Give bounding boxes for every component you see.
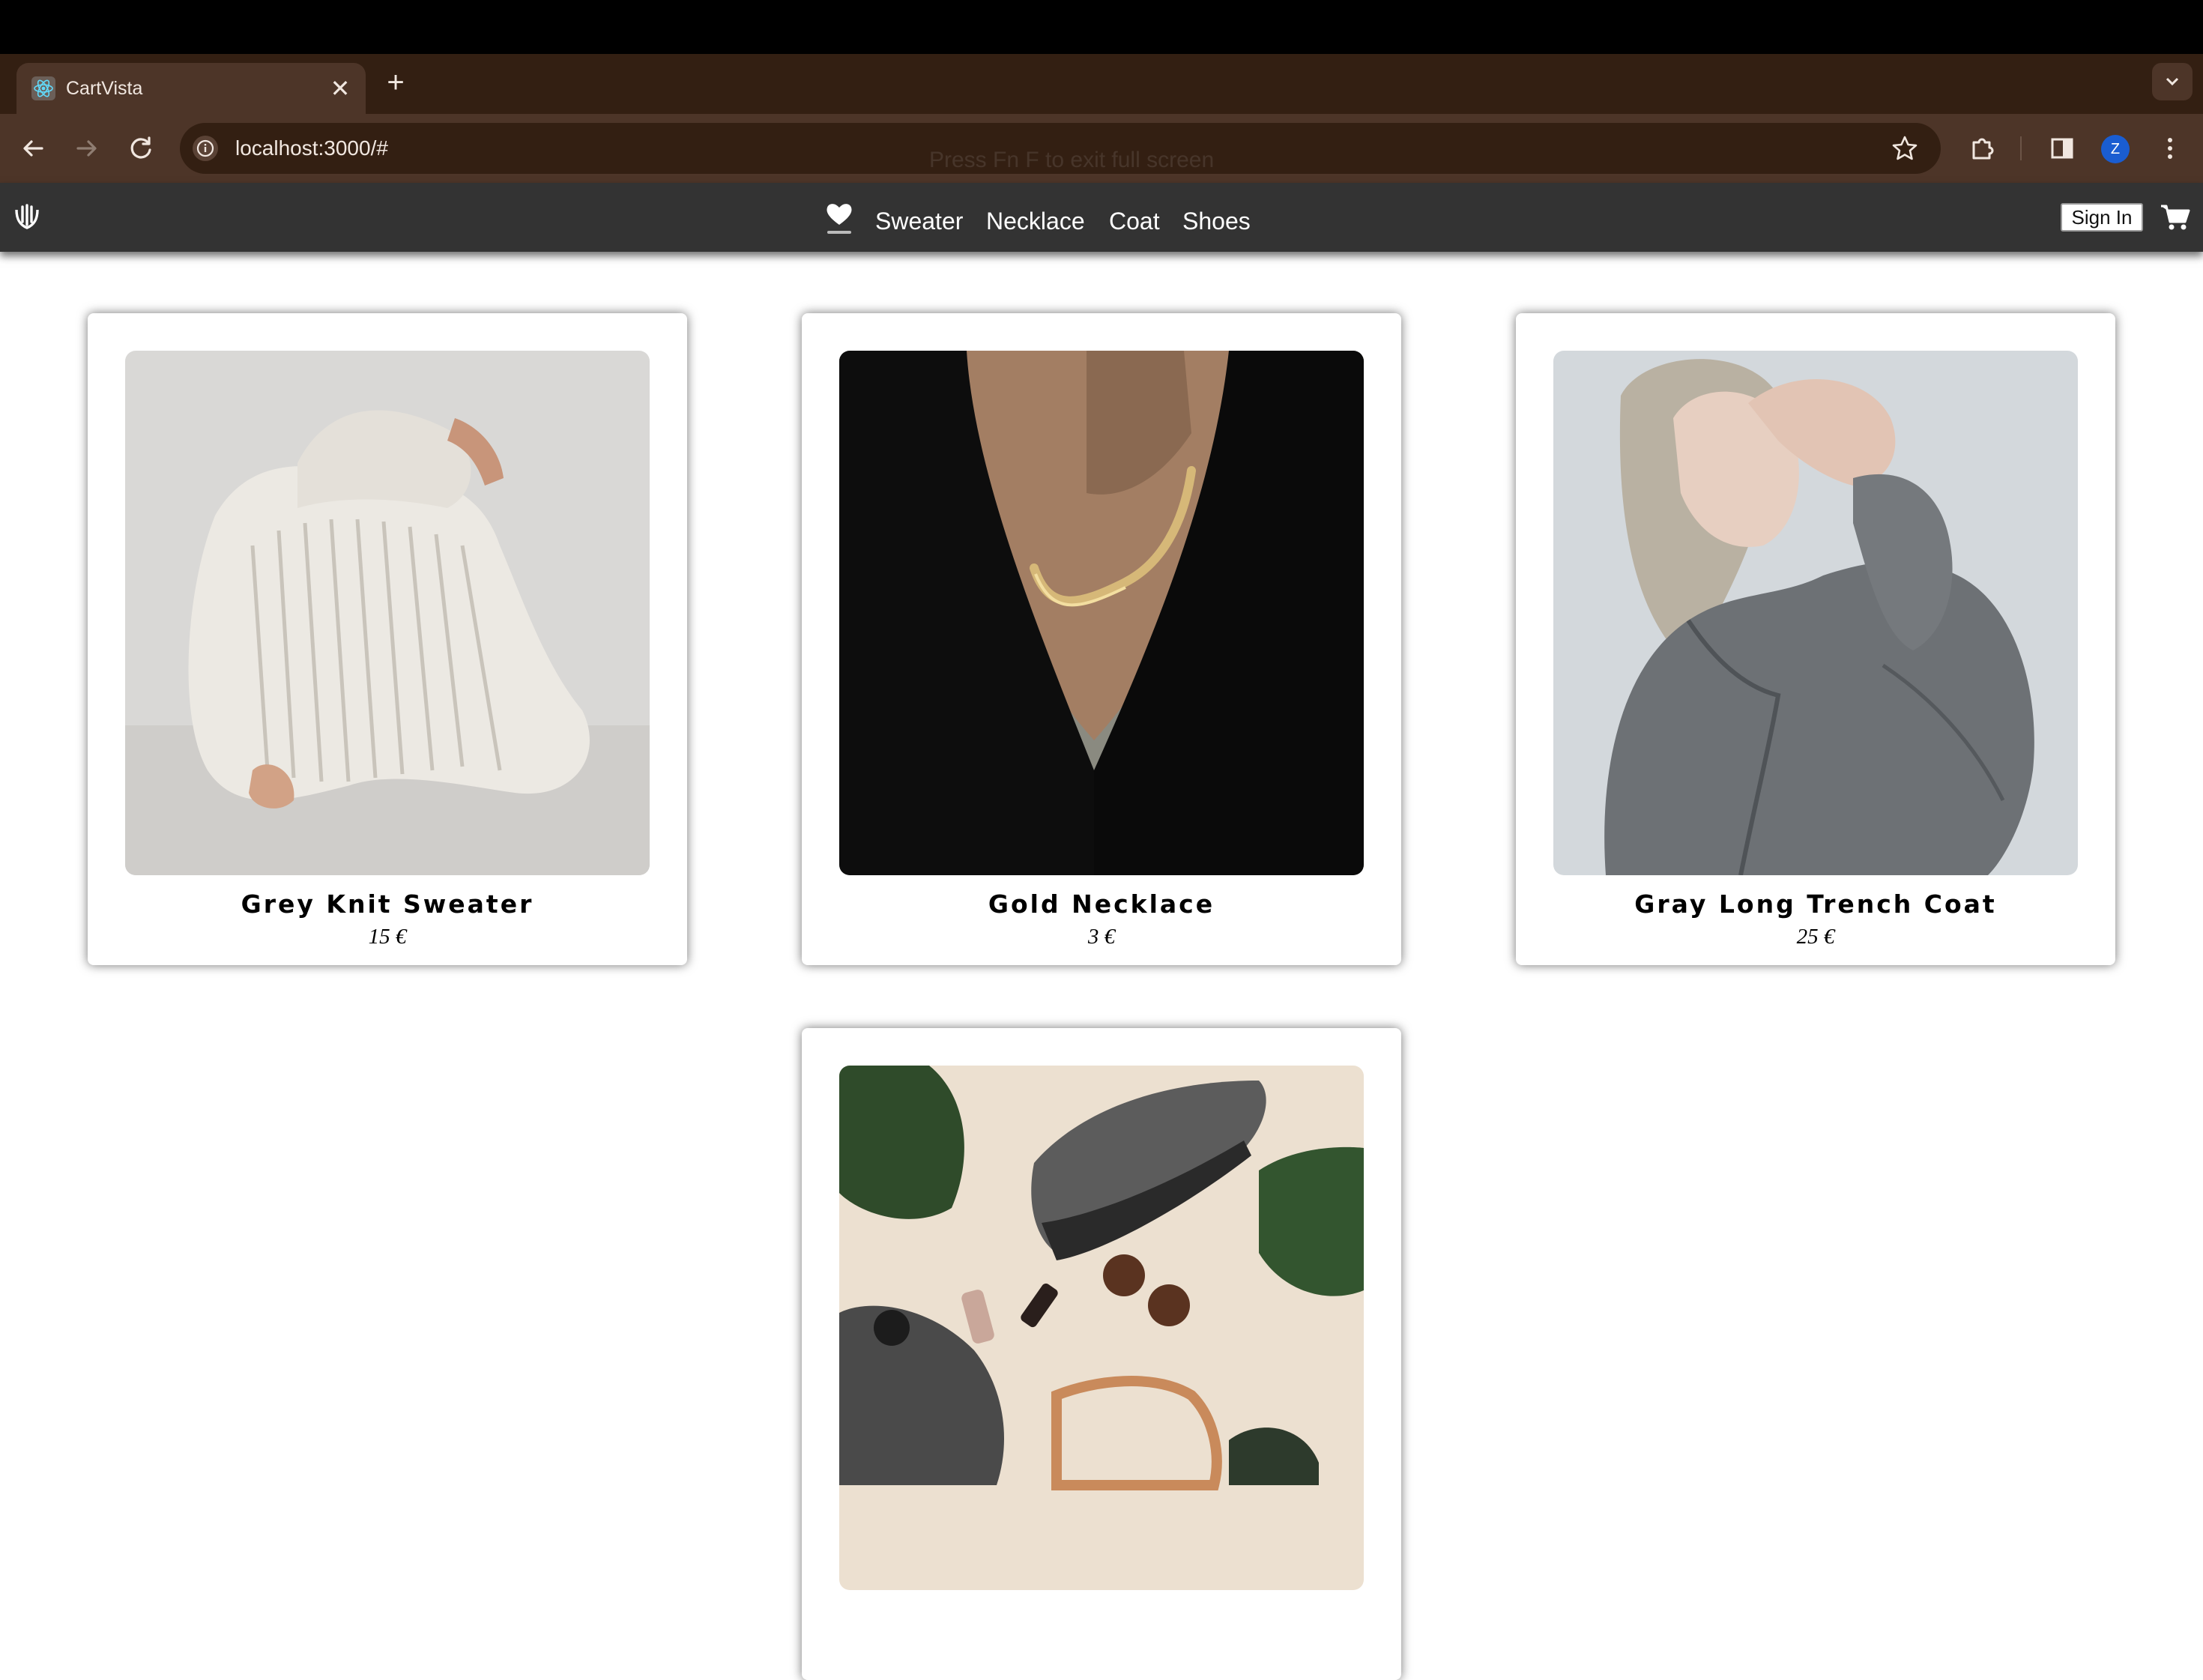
nav-link-coat[interactable]: Coat	[1109, 207, 1160, 235]
app-navbar: Sweater Necklace Coat Shoes Sign In	[0, 183, 2203, 252]
trench-coat-photo	[1553, 351, 2078, 875]
fullscreen-hint: Press Fn F to exit full screen	[929, 148, 1215, 172]
product-price: 25 €	[1796, 925, 1835, 949]
side-panel-icon[interactable]	[2044, 130, 2080, 166]
product-card[interactable]	[802, 1028, 1401, 1680]
close-tab-icon[interactable]: ✕	[325, 73, 355, 103]
nav-link-shoes[interactable]: Shoes	[1182, 207, 1251, 235]
tab-title: CartVista	[66, 78, 143, 99]
address-bar[interactable]: localhost:3000/# Press Fn F to exit full…	[180, 123, 1941, 174]
tab-search-button[interactable]	[2152, 63, 2193, 100]
nav-link-sweater[interactable]: Sweater	[875, 207, 963, 235]
react-logo-icon	[31, 76, 55, 100]
sweater-photo	[125, 351, 650, 875]
product-card[interactable]: Grey Knit Sweater 15 €	[88, 313, 687, 965]
reload-icon[interactable]	[123, 130, 159, 166]
nav-link-necklace[interactable]: Necklace	[986, 207, 1085, 235]
browser-tabstrip: CartVista ✕ +	[0, 54, 2203, 114]
extensions-icon[interactable]	[1965, 130, 2001, 166]
site-info-icon[interactable]	[192, 135, 219, 162]
product-image[interactable]	[125, 351, 650, 875]
kebab-menu-icon[interactable]	[2152, 130, 2188, 166]
browser-tab[interactable]: CartVista ✕	[16, 63, 366, 114]
product-name: Grey Knit Sweater	[241, 889, 534, 919]
chevron-down-icon	[2166, 77, 2179, 86]
back-arrow-icon[interactable]	[15, 130, 51, 166]
product-image[interactable]	[1553, 351, 2078, 875]
product-price: 15 €	[368, 925, 407, 949]
product-card[interactable]: Gray Long Trench Coat 25 €	[1516, 313, 2115, 965]
toolbar-separator	[2020, 136, 2022, 160]
browser-toolbar: localhost:3000/# Press Fn F to exit full…	[0, 114, 2203, 183]
product-card[interactable]: Gold Necklace 3 €	[802, 313, 1401, 965]
brand-logo-icon[interactable]	[12, 202, 42, 232]
necklace-photo	[839, 351, 1364, 875]
product-image[interactable]	[839, 1066, 1364, 1590]
profile-avatar[interactable]: Z	[2101, 135, 2130, 163]
shopping-cart-icon[interactable]	[2160, 202, 2191, 232]
shoes-photo	[839, 1066, 1364, 1590]
screen-top-bar	[0, 0, 2203, 54]
product-price: 3 €	[1087, 925, 1116, 949]
sign-in-button[interactable]: Sign In	[2061, 203, 2143, 232]
product-name: Gold Necklace	[988, 889, 1215, 919]
product-name: Gray Long Trench Coat	[1634, 889, 1997, 919]
product-image[interactable]	[839, 351, 1364, 875]
url-text: localhost:3000/#	[235, 136, 388, 160]
new-tab-icon[interactable]: +	[381, 67, 411, 97]
heart-home-icon[interactable]	[824, 199, 854, 235]
forward-arrow-icon[interactable]	[69, 130, 105, 166]
bookmark-star-icon[interactable]	[1890, 133, 1920, 163]
